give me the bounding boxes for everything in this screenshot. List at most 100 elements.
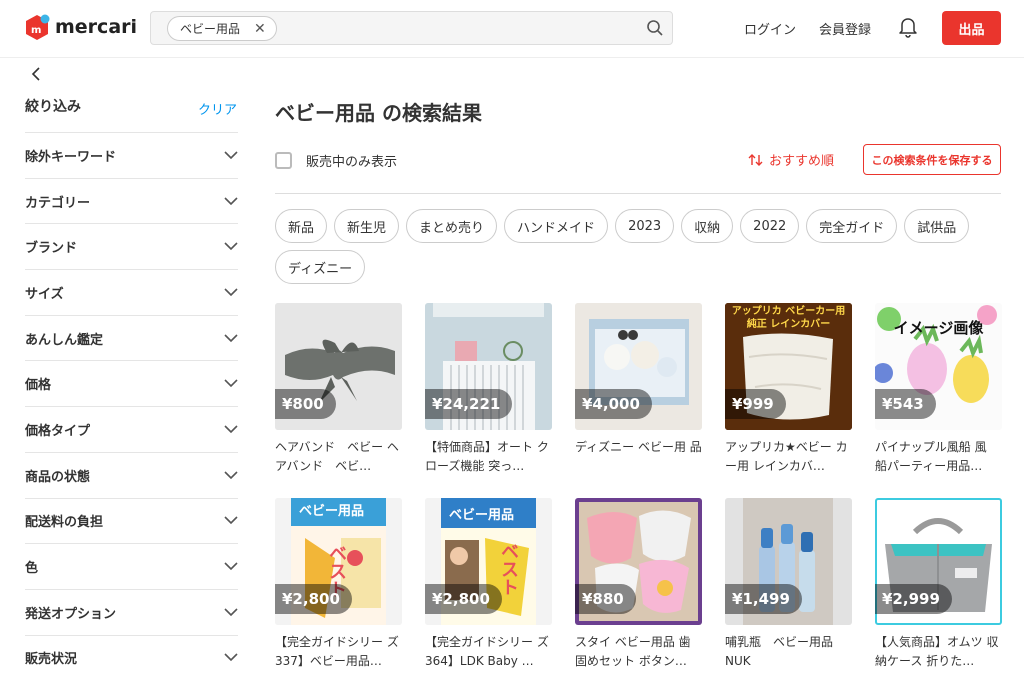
chevron-down-icon (224, 516, 238, 525)
tag-chip[interactable]: 2022 (740, 209, 800, 243)
thumb-caption: ベスト (498, 542, 519, 596)
save-search-button[interactable]: この検索条件を保存する (863, 144, 1001, 175)
close-icon[interactable]: ✕ (254, 21, 266, 37)
search-keyword-chip[interactable]: ベビー用品 ✕ (167, 16, 277, 41)
filter-item[interactable]: あんしん鑑定 (25, 314, 238, 361)
tag-chip[interactable]: まとめ売り (406, 209, 498, 243)
tag-chip[interactable]: 収納 (681, 209, 734, 243)
price-badge: ¥880 (575, 584, 636, 614)
chevron-down-icon (224, 196, 238, 205)
sell-button[interactable]: 出品 (942, 11, 1001, 45)
thumb-caption-line: アップリカ ベビーカー用 (731, 306, 846, 317)
price-badge: ¥2,999 (875, 584, 952, 614)
filter-item[interactable]: カテゴリー (25, 177, 238, 224)
product-card[interactable]: ¥800 ヘアバンド ベビー ヘアバンド ベビ… (275, 303, 402, 476)
page-title: ベビー用品 の検索結果 (275, 101, 482, 125)
tag-chip[interactable]: 2023 (615, 209, 675, 243)
filter-item-label: 配送料の負担 (25, 515, 104, 531)
sort-label: おすすめ順 (769, 154, 835, 169)
product-image[interactable]: ベビー用品 ベスト ¥2,800 (275, 498, 402, 625)
chevron-down-icon (224, 608, 238, 616)
filter-item[interactable]: 商品の状態 (25, 451, 238, 498)
tag-chip[interactable]: ハンドメイド (504, 209, 609, 243)
price-badge: ¥24,221 (425, 389, 513, 419)
chevron-down-icon (224, 242, 238, 251)
tag-chip[interactable]: 完全ガイド (806, 209, 898, 243)
chevron-left-icon[interactable] (30, 66, 42, 82)
price-badge: ¥1,499 (725, 584, 802, 614)
price-badge: ¥2,800 (425, 584, 502, 614)
product-card[interactable]: イメージ画像 ¥543 パイナップル風船 風 船パーティー用品… (875, 303, 1002, 476)
product-card[interactable]: ¥1,499 哺乳瓶 ベビー用品 NUK (725, 498, 852, 671)
filter-item[interactable]: 価格 (25, 360, 238, 406)
sort-dropdown[interactable]: おすすめ順 (748, 150, 834, 169)
tag-chip[interactable]: 新品 (275, 209, 328, 243)
product-name: 【特価商品】オート クローズ機能 突っ… (425, 440, 549, 473)
filter-item-label: 発送オプション (25, 606, 117, 622)
filter-item[interactable]: 除外キーワード (25, 132, 238, 178)
register-link[interactable]: 会員登録 (819, 19, 871, 38)
product-card[interactable]: ベビー用品 ベスト ¥2,800 【完全ガイドシリー ズ364】LDK Baby… (425, 498, 552, 671)
product-name: ディズニー ベビー用 品 (575, 440, 702, 454)
product-name: 哺乳瓶 ベビー用品 NUK (725, 635, 834, 668)
tag-chip[interactable]: ディズニー (275, 250, 366, 284)
on-sale-checkbox[interactable] (275, 152, 292, 169)
search-icon[interactable] (646, 19, 664, 37)
filter-item[interactable]: ブランド (25, 223, 238, 269)
product-image[interactable]: ¥4,000 (575, 303, 702, 430)
thumb-caption-line: 純正 レインカバー (746, 319, 831, 330)
thumb-caption: ベビー用品 (299, 504, 365, 519)
on-sale-filter[interactable]: 販売中のみ表示 (275, 151, 397, 170)
product-name: ヘアバンド ベビー ヘアバンド ベビ… (275, 440, 399, 473)
product-card[interactable]: アップリカ ベビーカー用 純正 レインカバー ¥999 アップリカ★ベビー カー… (725, 303, 852, 476)
filter-item[interactable]: 発送オプション (25, 588, 238, 635)
mercari-logo[interactable]: m mercari (24, 14, 137, 40)
filter-item-label: 色 (25, 561, 39, 577)
tag-chip[interactable]: 新生児 (334, 209, 400, 243)
tag-chip[interactable]: 試供品 (904, 209, 970, 243)
product-image[interactable]: ベビー用品 ベスト ¥2,800 (425, 498, 552, 625)
filter-item-label: 商品の状態 (25, 469, 91, 485)
product-image[interactable]: ¥1,499 (725, 498, 852, 625)
logo-text: mercari (55, 16, 138, 38)
filter-item[interactable]: サイズ (25, 269, 238, 315)
filter-item[interactable]: 価格タイプ (25, 406, 238, 452)
chevron-down-icon (224, 562, 238, 571)
divider (275, 193, 1001, 194)
filter-item-label: サイズ (25, 286, 64, 302)
login-link[interactable]: ログイン (744, 19, 796, 38)
chevron-down-icon (224, 471, 238, 479)
search-bar[interactable]: ベビー用品 ✕ (150, 11, 673, 45)
bell-icon[interactable] (898, 16, 918, 38)
product-image[interactable]: ¥800 (275, 303, 402, 430)
product-image[interactable]: ¥880 (575, 498, 702, 625)
filter-item-label: あんしん鑑定 (25, 332, 104, 348)
product-image[interactable]: ¥24,221 (425, 303, 552, 430)
product-grid: ¥800 ヘアバンド ベビー ヘアバンド ベビ… ¥24,221 【特価商品】オ… (275, 303, 1002, 671)
product-name: 【完全ガイドシリー ズ364】LDK Baby … (425, 635, 549, 668)
filter-item[interactable]: 色 (25, 543, 238, 589)
product-image[interactable]: アップリカ ベビーカー用 純正 レインカバー ¥999 (725, 303, 852, 430)
product-card[interactable]: ベビー用品 ベスト ¥2,800 【完全ガイドシリー ズ337】ベビー用品… (275, 498, 402, 671)
product-card[interactable]: ¥2,999 【人気商品】オムツ 収納ケース 折りた… (875, 498, 1002, 671)
product-name: パイナップル風船 風 船パーティー用品… (875, 440, 987, 473)
product-image[interactable]: イメージ画像 ¥543 (875, 303, 1002, 430)
product-card[interactable]: ¥24,221 【特価商品】オート クローズ機能 突っ… (425, 303, 552, 476)
price-badge: ¥999 (725, 389, 786, 419)
price-badge: ¥800 (275, 389, 336, 419)
filter-item-label: 価格 (25, 378, 52, 394)
product-name: 【人気商品】オムツ 収納ケース 折りた… (875, 635, 999, 668)
product-card[interactable]: ¥880 スタイ ベビー用品 歯 固めセット ボタン… (575, 498, 702, 671)
filter-item-label: 販売状況 (25, 652, 78, 668)
filter-item[interactable]: 配送料の負担 (25, 497, 238, 544)
header: m mercari ベビー用品 ✕ ログイン 会員登録 出品 (0, 0, 1024, 58)
thumb-caption: ベビー用品 (449, 508, 515, 523)
product-card[interactable]: ¥4,000 ディズニー ベビー用 品 (575, 303, 702, 476)
chevron-down-icon (224, 653, 238, 662)
product-name: スタイ ベビー用品 歯 固めセット ボタン… (575, 635, 691, 668)
filter-item[interactable]: 販売状況 (25, 634, 238, 680)
filter-title: 絞り込み (25, 99, 81, 115)
price-badge: ¥543 (875, 389, 936, 419)
product-image[interactable]: ¥2,999 (875, 498, 1002, 625)
clear-filters-link[interactable]: クリア (198, 99, 237, 118)
